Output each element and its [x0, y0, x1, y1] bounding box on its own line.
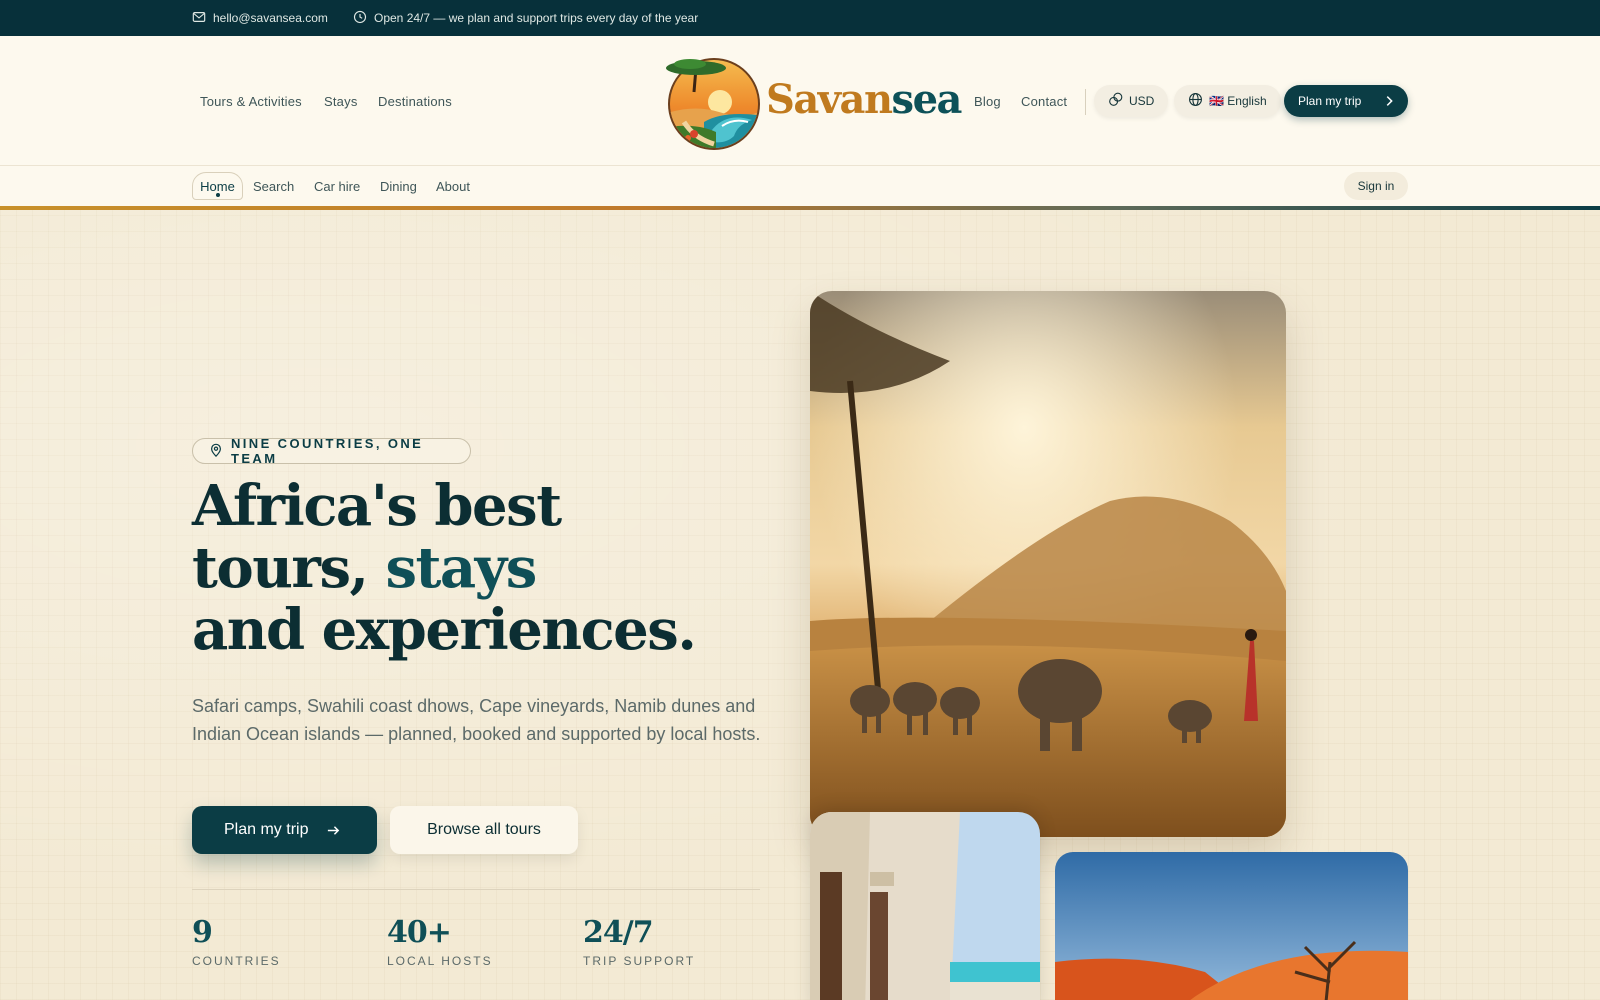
- stat-hosts-value: 40+: [387, 915, 452, 950]
- plan-trip-label: Plan my trip: [224, 821, 309, 838]
- secondary-nav: Home Search Car hire Dining About Sign i…: [0, 166, 1600, 206]
- hero-description: Safari camps, Swahili coast dhows, Cape …: [192, 696, 761, 744]
- plan-trip-header-label: Plan my trip: [1298, 94, 1362, 108]
- subnav-car-hire[interactable]: Car hire: [314, 166, 360, 206]
- logo-emblem-icon: [666, 58, 760, 150]
- mail-icon: [192, 10, 206, 27]
- sign-in-button[interactable]: Sign in: [1344, 172, 1408, 200]
- hero-title: Africa's best tours, stays and experienc…: [192, 475, 792, 661]
- main-header: Tours & Activities Stays Destinations Sa…: [0, 36, 1600, 166]
- hero-title-line-2: tours,: [192, 535, 386, 601]
- hero-badge-text: NINE COUNTRIES, ONE TEAM: [231, 436, 424, 466]
- nav-divider: [1085, 89, 1086, 115]
- stat-support-label: TRIP SUPPORT: [583, 954, 696, 968]
- contact-email[interactable]: hello@savansea.com: [192, 0, 328, 36]
- stat-support-value: 24/7: [583, 915, 654, 950]
- top-info-bar: hello@savansea.com Open 24/7 — we plan a…: [0, 0, 1600, 36]
- currency-label: USD: [1129, 94, 1155, 108]
- stat-hosts-label: LOCAL HOSTS: [387, 954, 493, 968]
- nav-tours-activities[interactable]: Tours & Activities: [200, 36, 302, 166]
- chevron-right-icon: [1386, 96, 1393, 106]
- subnav-home[interactable]: Home: [192, 172, 243, 200]
- subnav-dining[interactable]: Dining: [380, 166, 417, 206]
- nav-blog[interactable]: Blog: [974, 36, 1001, 166]
- currency-selector[interactable]: USD: [1094, 85, 1169, 117]
- active-indicator: [216, 193, 220, 197]
- brand-wordmark: Savansea: [766, 75, 962, 123]
- namib-dunes-image: [1055, 852, 1408, 1000]
- hero-title-line-3: and experiences.: [192, 597, 697, 663]
- stats-divider: [192, 889, 760, 890]
- language-selector[interactable]: 🇬🇧 English: [1174, 85, 1281, 117]
- nav-contact[interactable]: Contact: [1021, 36, 1067, 166]
- safari-elephants-image: [810, 291, 1286, 837]
- map-pin-icon: [209, 443, 223, 460]
- hero-title-highlight: stays: [385, 535, 537, 601]
- hero-title-line-1: Africa's best: [192, 473, 562, 539]
- plan-trip-button[interactable]: Plan my trip: [192, 806, 377, 854]
- brand-logo[interactable]: Savansea: [664, 52, 962, 152]
- subnav-search[interactable]: Search: [253, 166, 294, 206]
- opening-hours: Open 24/7 — we plan and support trips ev…: [353, 0, 698, 36]
- hero-section: NINE COUNTRIES, ONE TEAM Africa's best t…: [0, 210, 1600, 1000]
- subnav-about[interactable]: About: [436, 166, 470, 206]
- hours-text: Open 24/7 — we plan and support trips ev…: [374, 11, 699, 25]
- zanzibar-stone-town-image: [810, 812, 1040, 1000]
- browse-tours-button[interactable]: Browse all tours: [390, 806, 578, 854]
- plan-trip-header-button[interactable]: Plan my trip: [1284, 85, 1408, 117]
- coins-icon: [1108, 92, 1123, 110]
- subnav-home-label: Home: [200, 178, 235, 194]
- clock-icon: [353, 10, 367, 27]
- language-label: 🇬🇧 English: [1209, 94, 1267, 108]
- nav-destinations[interactable]: Destinations: [378, 36, 452, 166]
- hero-badge: NINE COUNTRIES, ONE TEAM: [192, 436, 471, 466]
- globe-icon: [1188, 92, 1203, 110]
- stat-countries-label: COUNTRIES: [192, 954, 281, 968]
- stat-countries-value: 9: [192, 915, 213, 950]
- email-text: hello@savansea.com: [213, 11, 328, 25]
- arrow-right-icon: [328, 825, 340, 835]
- nav-stays[interactable]: Stays: [324, 36, 358, 166]
